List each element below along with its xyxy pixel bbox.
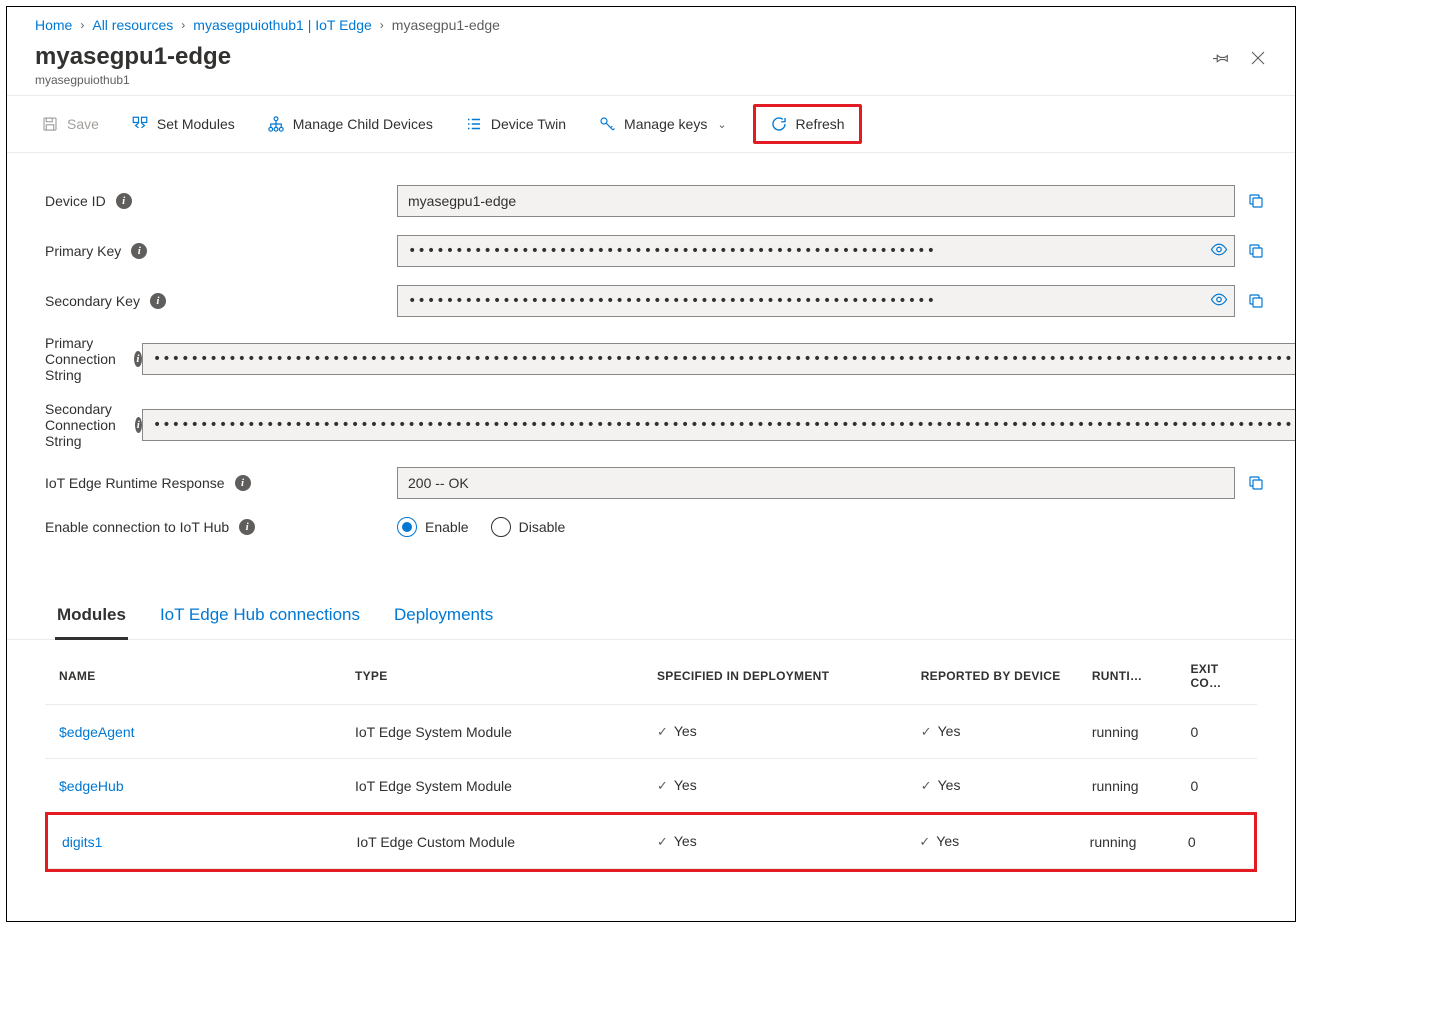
manage-child-devices-button[interactable]: Manage Child Devices <box>261 111 439 137</box>
check-icon: ✓ <box>921 724 932 739</box>
check-icon: ✓ <box>657 724 668 739</box>
pin-icon[interactable] <box>1213 49 1231 70</box>
close-icon[interactable] <box>1249 49 1267 70</box>
modules-icon <box>131 115 149 133</box>
secondary-conn-field: ••••••••••••••••••••••••••••••••••••••••… <box>142 409 1296 441</box>
module-link[interactable]: $edgeAgent <box>59 724 135 740</box>
tab-deployments[interactable]: Deployments <box>392 605 495 639</box>
info-icon[interactable]: i <box>134 351 142 367</box>
info-icon[interactable]: i <box>131 243 147 259</box>
breadcrumb: Home › All resources › myasegpuiothub1 |… <box>7 7 1295 41</box>
modules-table: NAME TYPE SPECIFIED IN DEPLOYMENT REPORT… <box>45 640 1257 813</box>
save-button: Save <box>35 111 105 137</box>
reveal-icon[interactable] <box>1210 291 1228 312</box>
primary-conn-field: ••••••••••••••••••••••••••••••••••••••••… <box>142 343 1296 375</box>
highlighted-row-box: digits1 IoT Edge Custom Module ✓Yes ✓Yes… <box>45 812 1257 872</box>
table-row[interactable]: $edgeHub IoT Edge System Module ✓Yes ✓Ye… <box>45 759 1257 813</box>
device-id-label: Device ID <box>45 193 106 209</box>
page-title: myasegpu1-edge <box>35 43 231 71</box>
info-icon[interactable]: i <box>135 417 142 433</box>
info-icon[interactable]: i <box>116 193 132 209</box>
module-link[interactable]: $edgeHub <box>59 778 124 794</box>
breadcrumb-allresources[interactable]: All resources <box>92 17 173 33</box>
chevron-right-icon: › <box>80 18 84 32</box>
tab-modules[interactable]: Modules <box>55 605 128 640</box>
secondary-key-field: ••••••••••••••••••••••••••••••••••••••••… <box>397 285 1235 317</box>
runtime-response-label: IoT Edge Runtime Response <box>45 475 225 491</box>
key-icon <box>598 115 616 133</box>
save-icon <box>41 115 59 133</box>
refresh-button[interactable]: Refresh <box>764 111 851 137</box>
primary-key-label: Primary Key <box>45 243 121 259</box>
chevron-down-icon: ⌄ <box>717 118 726 131</box>
col-spec[interactable]: SPECIFIED IN DEPLOYMENT <box>649 640 913 705</box>
col-exit[interactable]: EXIT CO… <box>1182 640 1257 705</box>
copy-icon[interactable] <box>1247 292 1267 310</box>
check-icon: ✓ <box>657 834 668 849</box>
chevron-right-icon: › <box>380 18 384 32</box>
page-subtitle: myasegpuiothub1 <box>35 73 231 87</box>
copy-icon[interactable] <box>1247 474 1267 492</box>
breadcrumb-current: myasegpu1-edge <box>392 17 500 33</box>
col-runtime[interactable]: RUNTI… <box>1084 640 1183 705</box>
enable-radio[interactable]: Enable <box>397 517 469 537</box>
device-twin-button[interactable]: Device Twin <box>459 111 572 137</box>
disable-radio[interactable]: Disable <box>491 517 566 537</box>
manage-keys-button[interactable]: Manage keys ⌄ <box>592 111 733 137</box>
runtime-response-field: 200 -- OK <box>397 467 1235 499</box>
col-type[interactable]: TYPE <box>347 640 649 705</box>
breadcrumb-iothub[interactable]: myasegpuiothub1 | IoT Edge <box>193 17 372 33</box>
set-modules-button[interactable]: Set Modules <box>125 111 241 137</box>
col-reported[interactable]: REPORTED BY DEVICE <box>913 640 1084 705</box>
toolbar: Save Set Modules Manage Child Devices De… <box>7 95 1295 153</box>
copy-icon[interactable] <box>1247 192 1267 210</box>
device-id-field: myasegpu1-edge <box>397 185 1235 217</box>
module-link[interactable]: digits1 <box>62 834 102 850</box>
tree-icon <box>267 115 285 133</box>
info-icon[interactable]: i <box>239 519 255 535</box>
check-icon: ✓ <box>657 778 668 793</box>
refresh-icon <box>770 115 788 133</box>
info-icon[interactable]: i <box>150 293 166 309</box>
info-icon[interactable]: i <box>235 475 251 491</box>
primary-conn-label: Primary Connection String <box>45 335 124 383</box>
tab-connections[interactable]: IoT Edge Hub connections <box>158 605 362 639</box>
table-row[interactable]: $edgeAgent IoT Edge System Module ✓Yes ✓… <box>45 705 1257 759</box>
list-icon <box>465 115 483 133</box>
table-row[interactable]: digits1 IoT Edge Custom Module ✓Yes ✓Yes… <box>48 815 1254 869</box>
breadcrumb-home[interactable]: Home <box>35 17 72 33</box>
col-name[interactable]: NAME <box>45 640 347 705</box>
chevron-right-icon: › <box>181 18 185 32</box>
copy-icon[interactable] <box>1247 242 1267 260</box>
enable-conn-label: Enable connection to IoT Hub <box>45 519 229 535</box>
check-icon: ✓ <box>919 834 930 849</box>
check-icon: ✓ <box>921 778 932 793</box>
reveal-icon[interactable] <box>1210 241 1228 262</box>
secondary-key-label: Secondary Key <box>45 293 140 309</box>
secondary-conn-label: Secondary Connection String <box>45 401 125 449</box>
primary-key-field: ••••••••••••••••••••••••••••••••••••••••… <box>397 235 1235 267</box>
